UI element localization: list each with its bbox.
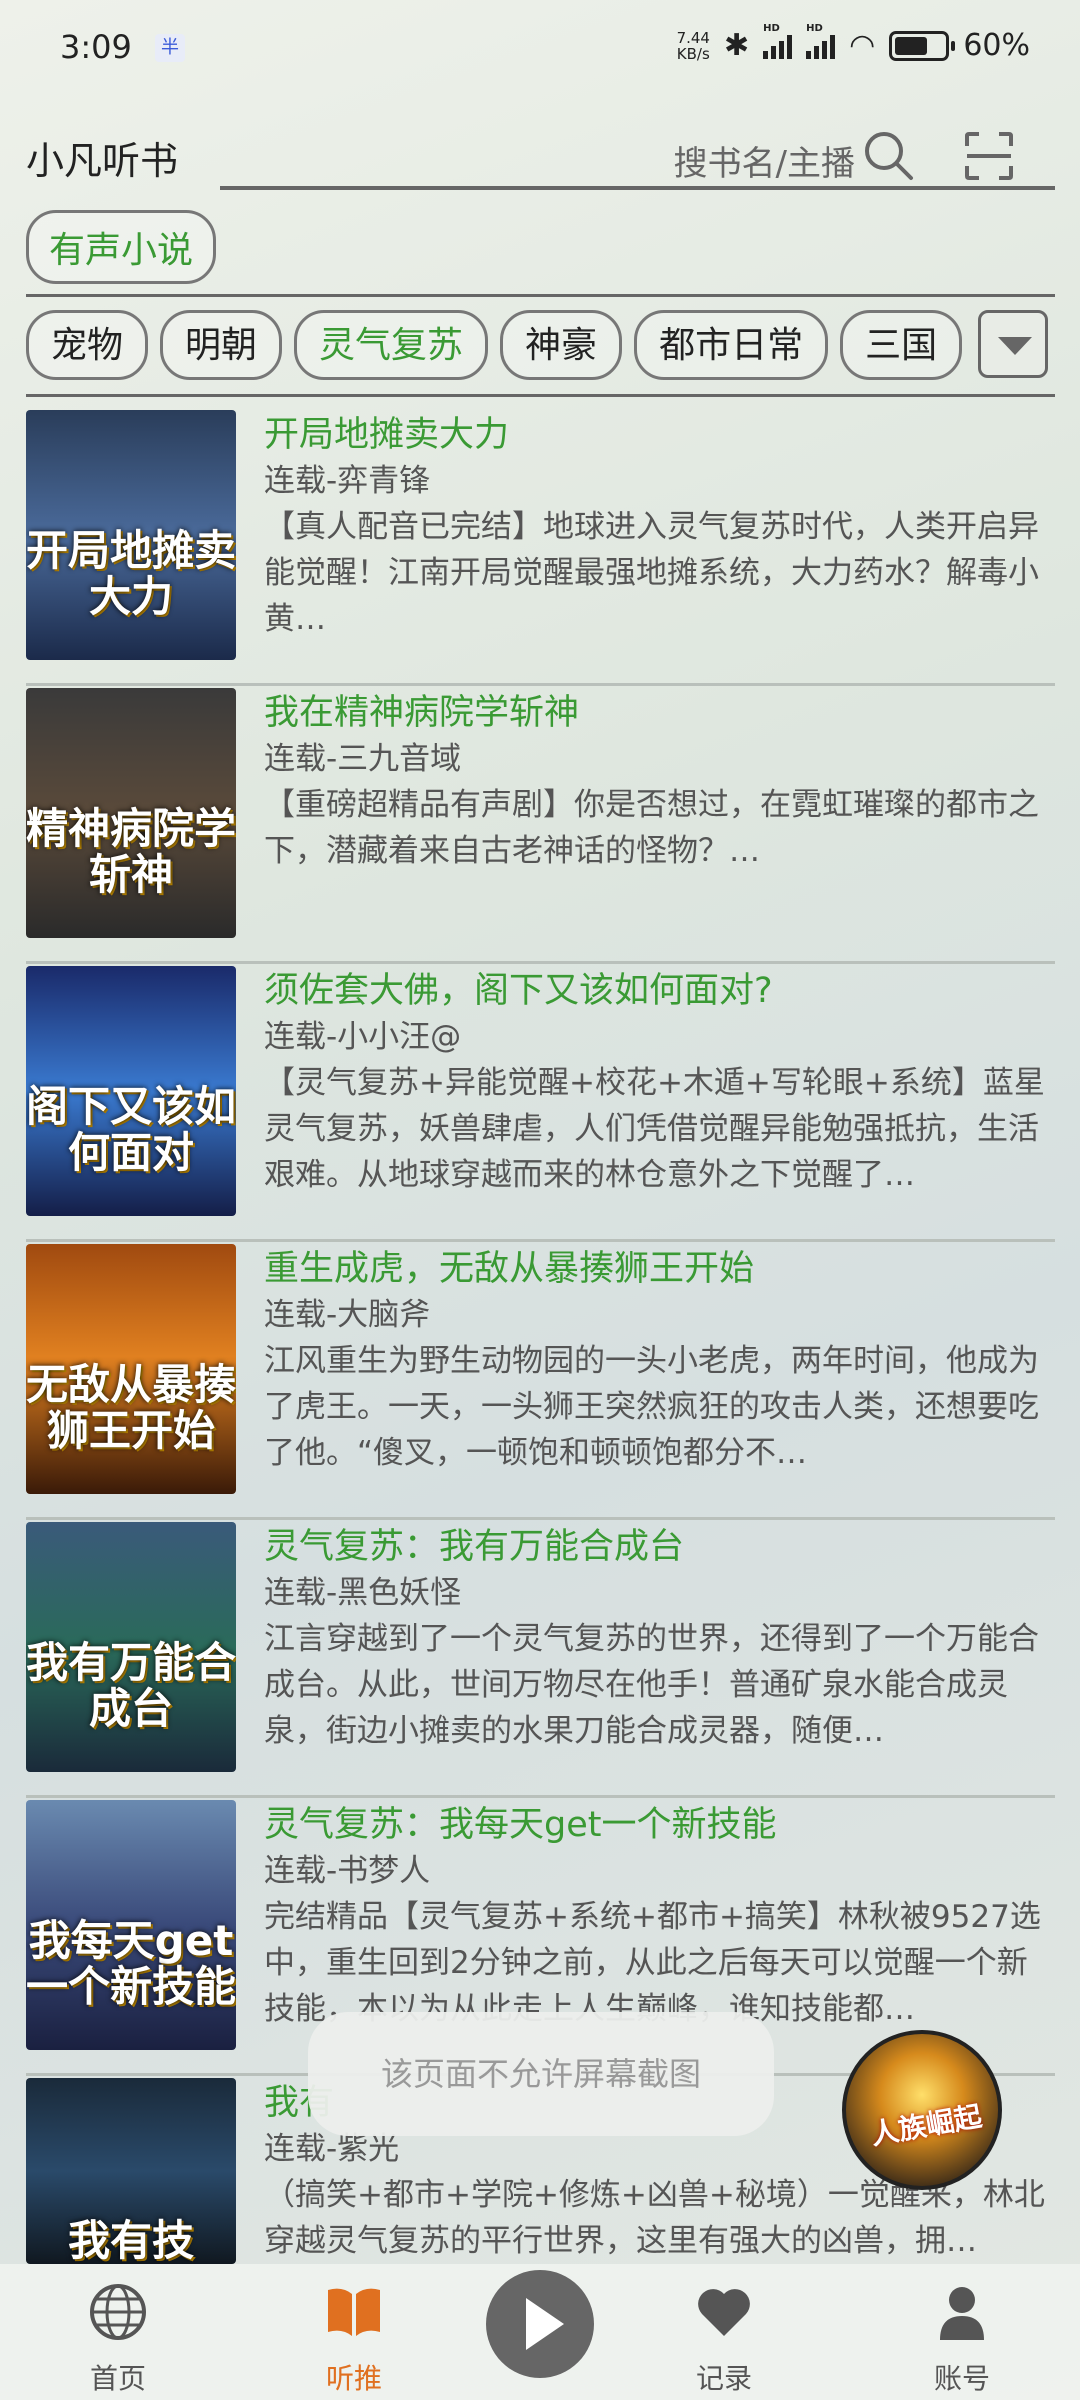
nav-recommend[interactable]: 听推 xyxy=(294,2282,414,2397)
bluetooth-icon: ✱ xyxy=(723,28,750,63)
search-icon[interactable] xyxy=(861,128,915,182)
nav-account-label: 账号 xyxy=(933,2362,990,2395)
cover-title: 我有技 xyxy=(67,2216,194,2264)
list-item[interactable]: 开局地摊卖大力 开局地摊卖大力 连载-弈青锋 【真人配音已完结】地球进入灵气复苏… xyxy=(26,408,1055,686)
nav-home-label: 首页 xyxy=(89,2362,146,2395)
tag-row: 宠物 明朝 灵气复苏 神豪 都市日常 三国 xyxy=(26,310,1055,386)
book-author: 连载-三九音域 xyxy=(264,741,462,777)
book-description: 【重磅超精品有声剧】你是否想过，在霓虹璀璨的都市之下，潜藏着来自古老神话的怪物？… xyxy=(264,787,1039,869)
book-description: 江风重生为野生动物园的一头小老虎，两年时间，他成为了虎王。一天，一头狮王突然疯狂… xyxy=(264,1343,1039,1471)
book-info: 我在精神病院学斩神 连载-三九音域 【重磅超精品有声剧】你是否想过，在霓虹璀璨的… xyxy=(264,690,1054,874)
book-cover[interactable]: 阁下又该如何面对 xyxy=(26,966,236,1216)
nav-recommend-label: 听推 xyxy=(325,2362,382,2395)
book-cover[interactable]: 无敌从暴揍狮王开始 xyxy=(26,1244,236,1494)
battery-percent: 60% xyxy=(963,28,1030,63)
tag-item[interactable]: 明朝 xyxy=(160,310,283,380)
status-indicators: 7.44 KB/s ✱ HD HD ◠ 60% xyxy=(676,23,1030,64)
tag-item-active[interactable]: 灵气复苏 xyxy=(294,310,489,380)
book-title[interactable]: 我在精神病院学斩神 xyxy=(264,690,1054,736)
globe-icon xyxy=(90,2284,146,2340)
book-description: 【灵气复苏+异能觉醒+校花+木遁+写轮眼+系统】蓝星灵气复苏，妖兽肆虐，人们凭借… xyxy=(264,1065,1045,1193)
cover-title: 无敌从暴揍狮王开始 xyxy=(26,1360,236,1455)
network-speed: 7.44 KB/s xyxy=(676,28,710,63)
cover-title: 精神病院学斩神 xyxy=(26,804,236,899)
header: 小凡听书 搜书名/主播 xyxy=(0,110,1080,190)
nav-history[interactable]: 记录 xyxy=(664,2282,784,2397)
user-icon xyxy=(940,2287,984,2340)
list-item[interactable]: 我有万能合成台 灵气复苏：我有万能合成台 连载-黑色妖怪 江言穿越到了一个灵气复… xyxy=(26,1520,1055,1798)
book-title[interactable]: 开局地摊卖大力 xyxy=(264,412,1054,458)
screenshot-blocked-toast: 该页面不允许屏幕截图 xyxy=(308,2012,774,2136)
list-item[interactable]: 阁下又该如何面对 须佐套大佛，阁下又该如何面对? 连载-小小汪@ 【灵气复苏+异… xyxy=(26,964,1055,1242)
book-author: 连载-小小汪@ xyxy=(264,1019,462,1055)
nav-history-label: 记录 xyxy=(695,2362,752,2395)
book-author: 连载-大脑斧 xyxy=(264,1297,431,1333)
tag-item[interactable]: 三国 xyxy=(840,310,963,380)
book-cover[interactable]: 我每天get一个新技能 xyxy=(26,1800,236,2050)
book-title[interactable]: 须佐套大佛，阁下又该如何面对? xyxy=(264,968,1054,1014)
book-cover[interactable]: 我有技 xyxy=(26,2078,236,2264)
book-author: 连载-书梦人 xyxy=(264,1853,431,1889)
book-info: 重生成虎，无敌从暴揍狮王开始 连载-大脑斧 江风重生为野生动物园的一头小老虎，两… xyxy=(264,1246,1054,1476)
book-author: 连载-弈青锋 xyxy=(264,463,431,499)
cover-title: 我有万能合成台 xyxy=(26,1638,236,1733)
notification-app-icon: 半 xyxy=(155,34,185,62)
book-description: 江言穿越到了一个灵气复苏的世界，还得到了一个万能合成台。从此，世间万物尽在他手！… xyxy=(264,1621,1039,1749)
book-icon xyxy=(328,2288,380,2336)
book-cover[interactable]: 开局地摊卖大力 xyxy=(26,410,236,660)
book-title[interactable]: 灵气复苏：我有万能合成台 xyxy=(264,1524,1054,1570)
book-cover[interactable]: 精神病院学斩神 xyxy=(26,688,236,938)
status-bar: 3:09 半 7.44 KB/s ✱ HD HD ◠ 60% xyxy=(0,0,1080,100)
book-title[interactable]: 重生成虎，无敌从暴揍狮王开始 xyxy=(264,1246,1054,1292)
book-info: 灵气复苏：我每天get一个新技能 连载-书梦人 完结精品【灵气复苏+系统+都市+… xyxy=(264,1802,1054,2032)
book-info: 须佐套大佛，阁下又该如何面对? 连载-小小汪@ 【灵气复苏+异能觉醒+校花+木遁… xyxy=(264,968,1054,1198)
play-button[interactable] xyxy=(486,2270,594,2378)
wifi-icon: ◠ xyxy=(849,28,876,63)
heart-icon xyxy=(698,2289,750,2336)
expand-tags-button[interactable] xyxy=(978,310,1048,378)
app-title: 小凡听书 xyxy=(26,139,179,183)
signal-icon-2: HD xyxy=(806,23,836,59)
cover-title: 我每天get一个新技能 xyxy=(26,1916,236,2011)
book-info: 开局地摊卖大力 连载-弈青锋 【真人配音已完结】地球进入灵气复苏时代，人类开启异… xyxy=(264,412,1054,642)
tag-item[interactable]: 都市日常 xyxy=(634,310,829,380)
floating-player-cover-text: 人族崛起 xyxy=(868,2099,985,2152)
book-author: 连载-黑色妖怪 xyxy=(264,1575,462,1611)
scan-icon[interactable] xyxy=(963,130,1015,182)
floating-player-cover[interactable]: 人族崛起 xyxy=(842,2030,1002,2190)
status-time: 3:09 xyxy=(60,28,132,66)
search-input[interactable]: 搜书名/主播 xyxy=(220,118,1055,190)
category-row: 有声小说 xyxy=(26,210,217,284)
book-title[interactable]: 灵气复苏：我每天get一个新技能 xyxy=(264,1802,1054,1848)
divider xyxy=(26,394,1055,397)
cover-title: 阁下又该如何面对 xyxy=(26,1082,236,1177)
divider xyxy=(26,294,1055,297)
list-item[interactable]: 精神病院学斩神 我在精神病院学斩神 连载-三九音域 【重磅超精品有声剧】你是否想… xyxy=(26,686,1055,964)
tag-item[interactable]: 宠物 xyxy=(26,310,149,380)
search-placeholder: 搜书名/主播 xyxy=(673,144,855,184)
book-cover[interactable]: 我有万能合成台 xyxy=(26,1522,236,1772)
signal-icon-1: HD xyxy=(763,23,793,59)
bottom-nav: 首页 听推 记录 账号 xyxy=(0,2264,1080,2400)
category-audio-novel[interactable]: 有声小说 xyxy=(26,210,217,284)
tag-item[interactable]: 神豪 xyxy=(500,310,623,380)
nav-account[interactable]: 账号 xyxy=(902,2282,1022,2397)
battery-icon xyxy=(889,30,956,61)
book-info: 灵气复苏：我有万能合成台 连载-黑色妖怪 江言穿越到了一个灵气复苏的世界，还得到… xyxy=(264,1524,1054,1754)
book-description: 【真人配音已完结】地球进入灵气复苏时代，人类开启异能觉醒！江南开局觉醒最强地摊系… xyxy=(264,509,1039,637)
nav-home[interactable]: 首页 xyxy=(58,2282,178,2397)
cover-title: 开局地摊卖大力 xyxy=(26,526,236,621)
list-item[interactable]: 无敌从暴揍狮王开始 重生成虎，无敌从暴揍狮王开始 连载-大脑斧 江风重生为野生动… xyxy=(26,1242,1055,1520)
